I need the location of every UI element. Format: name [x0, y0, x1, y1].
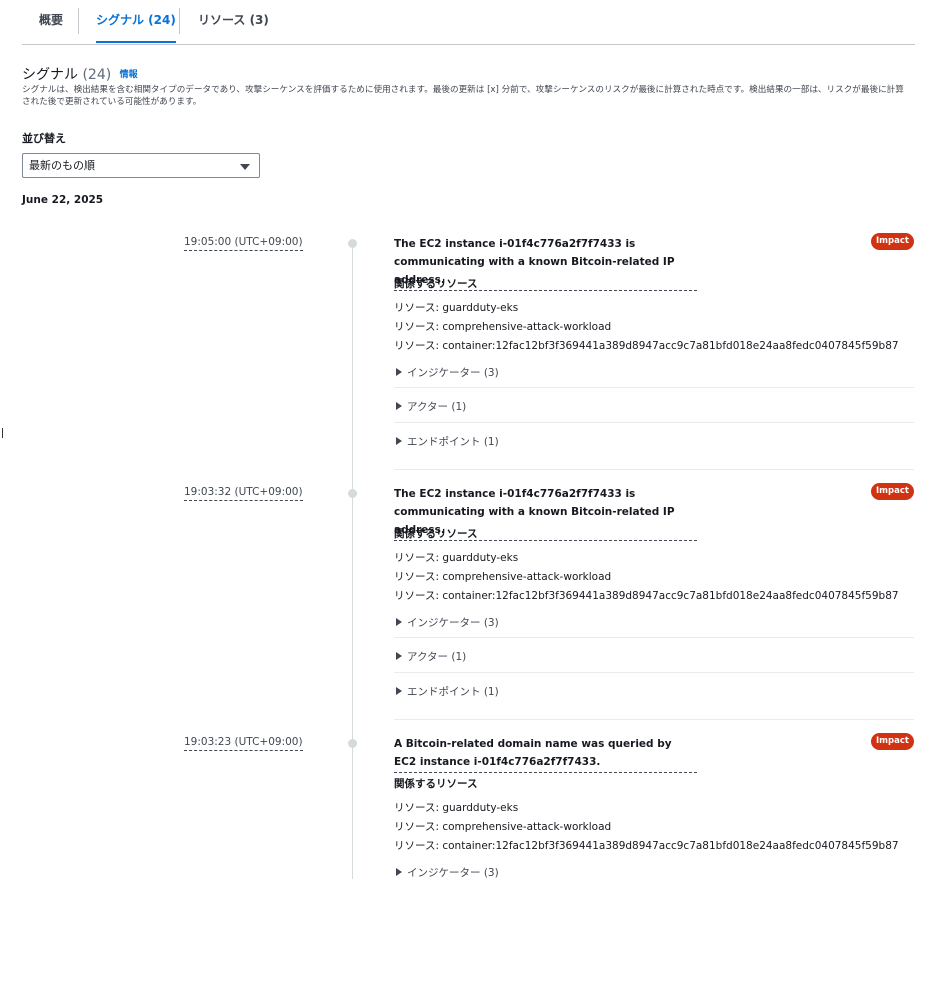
date-heading: June 22, 2025: [22, 194, 104, 206]
indicators-expander[interactable]: インジケーター (3): [396, 365, 499, 380]
expander-label: エンドポイント (1): [407, 686, 499, 698]
caret-right-icon: [396, 402, 402, 410]
endpoints-expander[interactable]: エンドポイント (1): [396, 434, 499, 449]
tab-resources[interactable]: リソース (3): [198, 0, 269, 43]
caret-right-icon: [396, 368, 402, 376]
resource-item: リソース: container:12fac12bf3f369441a389d89…: [394, 590, 899, 602]
expander-label: アクター (1): [407, 651, 467, 663]
caret-right-icon: [396, 618, 402, 626]
timeline-dot-icon: [348, 239, 357, 248]
signal-time[interactable]: 19:03:32 (UTC+09:00): [184, 486, 303, 501]
impact-badge: Impact: [871, 233, 914, 250]
divider: [394, 422, 914, 423]
signal-time[interactable]: 19:05:00 (UTC+09:00): [184, 236, 303, 251]
signal-entry: 19:03:23 (UTC+09:00) A Bitcoin-related d…: [0, 733, 940, 986]
timeline-dot-icon: [348, 489, 357, 498]
timeline-dot-icon: [348, 739, 357, 748]
caret-right-icon: [396, 652, 402, 660]
info-link[interactable]: 情報: [120, 70, 138, 80]
expander-label: インジケーター (3): [407, 367, 499, 379]
caret-down-icon: [240, 164, 250, 170]
sort-selected-value: 最新のもの順: [29, 159, 95, 172]
signal-entry: 19:03:32 (UTC+09:00) The EC2 instance i-…: [0, 483, 940, 736]
expander-label: インジケーター (3): [407, 867, 499, 879]
section-header: シグナル (24) 情報: [22, 64, 138, 84]
resource-item: リソース: guardduty-eks: [394, 302, 519, 314]
resource-item: リソース: comprehensive-attack-workload: [394, 821, 612, 833]
indicators-expander[interactable]: インジケーター (3): [396, 615, 499, 630]
impact-badge: Impact: [871, 733, 914, 750]
tab-divider: [179, 8, 180, 34]
tab-overview[interactable]: 概要: [39, 0, 63, 43]
expander-label: アクター (1): [407, 401, 467, 413]
divider: [394, 672, 914, 673]
resource-item: リソース: comprehensive-attack-workload: [394, 571, 612, 583]
endpoints-expander[interactable]: エンドポイント (1): [396, 684, 499, 699]
sort-select[interactable]: 最新のもの順: [22, 153, 260, 178]
related-resources-heading: 関係するリソース: [394, 778, 478, 790]
impact-badge: Impact: [871, 483, 914, 500]
caret-right-icon: [396, 437, 402, 445]
signal-count: (24): [82, 67, 112, 83]
actors-expander[interactable]: アクター (1): [396, 649, 466, 664]
section-title: シグナル: [22, 67, 78, 83]
entry-divider: [394, 469, 914, 470]
signal-entry: 19:05:00 (UTC+09:00) The EC2 instance i-…: [0, 233, 940, 486]
resource-item: リソース: container:12fac12bf3f369441a389d89…: [394, 340, 899, 352]
related-resources-heading: 関係するリソース: [394, 278, 478, 290]
sort-label: 並び替え: [22, 132, 66, 145]
caret-right-icon: [396, 868, 402, 876]
entry-divider: [394, 719, 914, 720]
signal-title[interactable]: A Bitcoin-related domain name was querie…: [394, 735, 697, 773]
expander-label: インジケーター (3): [407, 617, 499, 629]
divider: [394, 387, 914, 388]
signal-time[interactable]: 19:03:23 (UTC+09:00): [184, 736, 303, 751]
tab-divider: [78, 8, 79, 34]
tab-signals[interactable]: シグナル (24): [96, 0, 176, 43]
actors-expander[interactable]: アクター (1): [396, 399, 466, 414]
resource-item: リソース: guardduty-eks: [394, 802, 519, 814]
indicators-expander[interactable]: インジケーター (3): [396, 865, 499, 880]
tab-bar: 概要 シグナル (24) リソース (3): [22, 0, 915, 45]
caret-right-icon: [396, 687, 402, 695]
related-resources-heading: 関係するリソース: [394, 528, 478, 540]
section-description: シグナルは、検出結果を含む相関タイプのデータであり、攻撃シーケンスを評価するため…: [22, 85, 904, 107]
resource-item: リソース: container:12fac12bf3f369441a389d89…: [394, 840, 899, 852]
resource-item: リソース: guardduty-eks: [394, 552, 519, 564]
divider: [394, 637, 914, 638]
resource-item: リソース: comprehensive-attack-workload: [394, 321, 612, 333]
expander-label: エンドポイント (1): [407, 436, 499, 448]
